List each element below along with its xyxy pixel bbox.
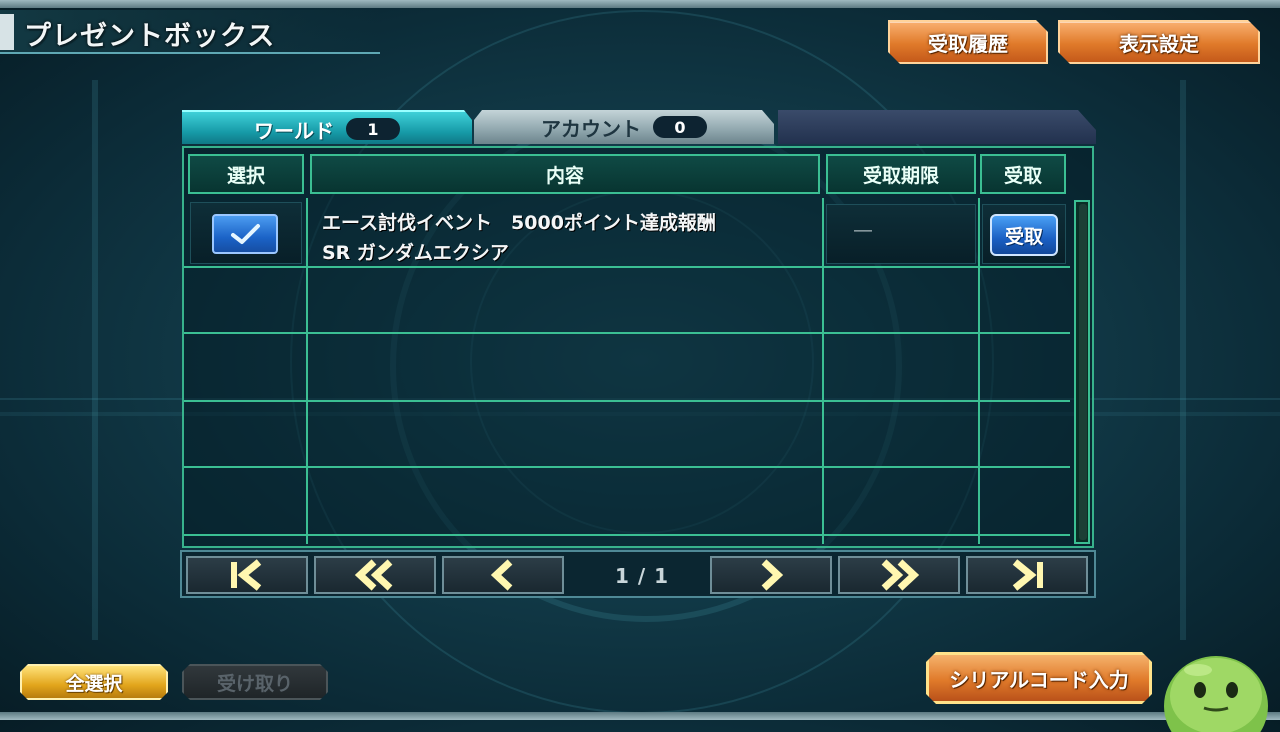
deadline-value: ― <box>854 220 872 241</box>
tab-bar: ワールド 1 アカウント 0 <box>182 110 1096 146</box>
page-indicator: 1 / 1 <box>614 564 670 588</box>
receive-selected-label: 受け取り <box>216 672 293 695</box>
first-page-icon <box>231 559 262 591</box>
row-divider <box>184 534 1070 536</box>
display-settings-button[interactable]: 表示設定 <box>1058 20 1260 64</box>
chevron-left-icon <box>490 559 513 591</box>
serial-code-label: シリアルコード入力 <box>949 667 1129 692</box>
serial-code-button[interactable]: シリアルコード入力 <box>926 652 1152 704</box>
next-page-button[interactable] <box>710 556 832 594</box>
column-header-receive: 受取 <box>980 154 1066 194</box>
tab-account-count: 0 <box>653 116 707 138</box>
column-header-deadline: 受取期限 <box>826 154 976 194</box>
tab-world-label: ワールド <box>254 118 334 143</box>
tab-account[interactable]: アカウント 0 <box>474 110 774 144</box>
select-all-button[interactable]: 全選択 <box>20 664 168 700</box>
double-chevron-left-icon <box>354 559 393 591</box>
prev-ten-button[interactable] <box>314 556 436 594</box>
checkmark-icon <box>231 224 260 244</box>
column-divider <box>978 198 980 544</box>
content-line-2: SR ガンダムエクシア <box>322 242 509 264</box>
column-header-content: 内容 <box>310 154 820 194</box>
row-divider <box>184 466 1070 468</box>
haro-mascot-icon[interactable] <box>1160 646 1272 732</box>
pagination-bar: 1 / 1 <box>180 550 1096 598</box>
top-frame <box>0 0 1280 8</box>
deadline-cell <box>826 204 976 264</box>
tab-account-label: アカウント <box>541 116 641 141</box>
row-content: エース討伐イベント 5000ポイント達成報酬 SR ガンダムエクシア <box>322 208 716 268</box>
tab-world[interactable]: ワールド 1 <box>182 110 472 144</box>
present-table: 選択 内容 受取期限 受取 エース討伐イベント 5000ポイント達成報酬 SR … <box>182 146 1094 548</box>
tab-empty-slot <box>778 110 1096 144</box>
scrollbar-thumb[interactable] <box>1079 204 1087 540</box>
column-divider <box>306 198 308 544</box>
history-button[interactable]: 受取履歴 <box>888 20 1048 64</box>
column-header-select: 選択 <box>188 154 304 194</box>
prev-page-button[interactable] <box>442 556 564 594</box>
bottom-frame <box>0 712 1280 720</box>
first-page-button[interactable] <box>186 556 308 594</box>
last-page-icon <box>1012 559 1043 591</box>
chevron-right-icon <box>761 559 784 591</box>
content-line-1: エース討伐イベント 5000ポイント達成報酬 <box>322 212 716 234</box>
background-line <box>92 80 98 640</box>
last-page-button[interactable] <box>966 556 1088 594</box>
receive-selected-button[interactable]: 受け取り <box>182 664 328 700</box>
row-divider <box>184 400 1070 402</box>
title-notch <box>0 14 14 50</box>
select-checkbox[interactable] <box>212 214 278 254</box>
next-ten-button[interactable] <box>838 556 960 594</box>
row-divider <box>184 332 1070 334</box>
page-title: プレゼントボックス <box>24 21 276 52</box>
scrollbar[interactable] <box>1074 200 1090 544</box>
select-all-label: 全選択 <box>65 672 123 695</box>
column-divider <box>822 198 824 544</box>
double-chevron-right-icon <box>881 559 920 591</box>
background-line <box>1180 80 1186 640</box>
tab-world-count: 1 <box>346 118 400 140</box>
receive-item-button[interactable]: 受取 <box>990 214 1058 256</box>
